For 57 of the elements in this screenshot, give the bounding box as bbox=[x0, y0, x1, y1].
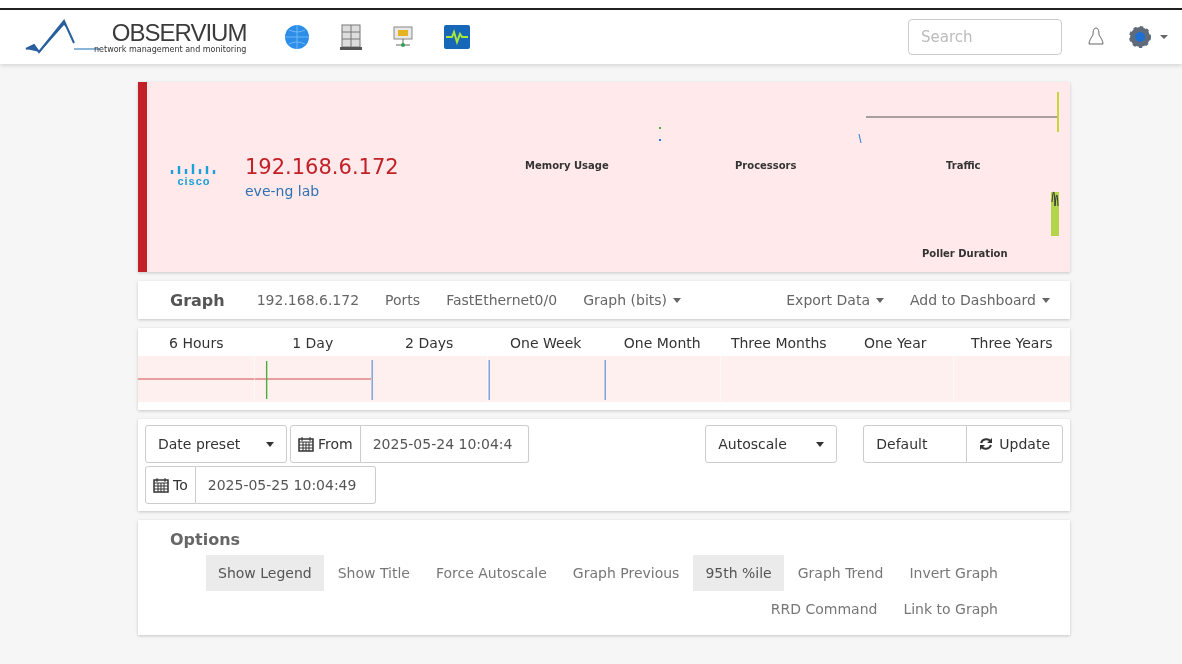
device-hostname[interactable]: 192.168.6.172 bbox=[245, 155, 485, 179]
option-toggle[interactable]: Show Legend bbox=[206, 555, 324, 591]
to-label: To bbox=[145, 466, 196, 504]
period-thumbnail[interactable] bbox=[604, 356, 721, 402]
update-button[interactable]: Update bbox=[966, 425, 1063, 463]
scale-dropdown[interactable]: Autoscale bbox=[705, 425, 838, 463]
graph-title: Traffic bbox=[946, 160, 981, 171]
period-thumbnail[interactable] bbox=[371, 356, 488, 402]
option-toggle[interactable]: Graph Trend bbox=[785, 555, 896, 591]
nav-link[interactable]: Ports bbox=[385, 292, 421, 308]
option-toggle[interactable]: RRD Command bbox=[758, 591, 890, 627]
period-link[interactable]: One Week bbox=[510, 332, 582, 356]
nav-link[interactable]: 192.168.6.172 bbox=[256, 292, 360, 308]
globe-icon[interactable] bbox=[284, 24, 311, 50]
nav-dropdown[interactable]: Add to Dashboard bbox=[910, 292, 1050, 308]
sparkline bbox=[858, 134, 862, 144]
graph-title: Processors bbox=[735, 160, 797, 171]
nav-dropdown[interactable]: Export Data bbox=[786, 292, 884, 308]
refresh-icon bbox=[979, 437, 994, 451]
option-toggle[interactable]: Link to Graph bbox=[891, 591, 1010, 627]
option-toggle[interactable]: Graph Previous bbox=[560, 555, 692, 591]
device-location: eve-ng lab bbox=[245, 183, 321, 199]
period-link[interactable]: Three Years bbox=[971, 332, 1053, 356]
option-toggle[interactable]: 95th %ile bbox=[693, 555, 784, 591]
style-dropdown[interactable]: Default bbox=[863, 425, 968, 463]
settings-icon[interactable] bbox=[1128, 25, 1168, 49]
logo-text: OBSERVIUM bbox=[111, 20, 247, 45]
network-port-icon[interactable] bbox=[392, 25, 415, 49]
navbar-title: Graph bbox=[170, 290, 225, 310]
option-toggle[interactable]: Force Autoscale bbox=[423, 555, 559, 591]
from-label: From bbox=[290, 425, 361, 463]
period-link[interactable]: 1 Day bbox=[292, 332, 334, 356]
option-toggle[interactable]: Invert Graph bbox=[897, 555, 1010, 591]
period-thumbnail[interactable] bbox=[487, 356, 604, 402]
period-thumbnail[interactable] bbox=[254, 356, 371, 402]
calendar-icon bbox=[298, 436, 314, 452]
period-link[interactable]: One Year bbox=[863, 332, 927, 356]
period-link[interactable]: Three Months bbox=[730, 332, 827, 356]
logo-tagline: network management and monitoring bbox=[94, 44, 247, 54]
period-link[interactable]: 2 Days bbox=[405, 332, 454, 356]
calendar-icon bbox=[153, 477, 169, 493]
graph-title: Memory Usage bbox=[525, 160, 609, 171]
to-date-field[interactable]: 2025-05-25 10:04:49 bbox=[195, 466, 376, 504]
pulse-monitor-icon[interactable] bbox=[444, 25, 471, 49]
period-thumbnail[interactable] bbox=[953, 356, 1070, 402]
server-rack-icon[interactable] bbox=[340, 24, 363, 50]
search-field[interactable]: Search bbox=[908, 19, 1062, 55]
graph-title: Poller Duration bbox=[922, 248, 1008, 259]
nav-link[interactable]: FastEthernet0/0 bbox=[446, 292, 558, 308]
options-title: Options bbox=[170, 530, 242, 549]
date-presets-dropdown[interactable]: Date preset bbox=[145, 425, 287, 463]
from-date-field[interactable]: 2025-05-24 10:04:4 bbox=[360, 425, 529, 463]
period-link[interactable]: One Month bbox=[623, 332, 701, 356]
period-link[interactable]: 6 Hours bbox=[169, 332, 224, 356]
period-thumbnail[interactable] bbox=[138, 356, 255, 402]
nav-link[interactable]: Graph (bits) bbox=[583, 292, 682, 308]
option-toggle[interactable]: Show Title bbox=[325, 555, 422, 591]
